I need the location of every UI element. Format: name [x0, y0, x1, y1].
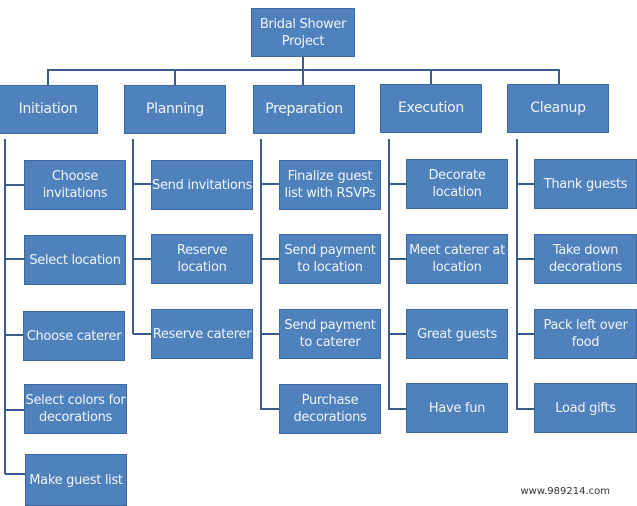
phase-connector-initiation	[47, 70, 49, 85]
task-node: Choose caterer	[23, 311, 125, 361]
task-node: Reserve caterer	[151, 309, 253, 359]
task-node: Have fun	[406, 383, 508, 433]
task-node: Select location	[24, 235, 126, 285]
task-node: Great guests	[406, 309, 508, 359]
branch	[5, 409, 24, 411]
branch	[517, 408, 534, 410]
task-node: Take down decorations	[534, 234, 637, 284]
task-node: Select colors for decorations	[24, 384, 127, 434]
phase-connector-cleanup	[558, 70, 560, 85]
task-node: Reserve location	[151, 234, 253, 284]
task-node: Purchase decorations	[279, 384, 381, 434]
phase-connector-execution	[430, 70, 432, 85]
task-node: Meet caterer at location	[406, 234, 508, 284]
branch	[133, 183, 151, 185]
branch	[389, 258, 406, 260]
trunk-initiation	[4, 139, 6, 474]
task-node: Decorate location	[406, 159, 508, 209]
branch	[133, 333, 151, 335]
task-node: Load gifts	[534, 383, 637, 433]
branch	[261, 408, 279, 410]
branch	[5, 334, 24, 336]
task-node: Choose invitations	[24, 160, 126, 210]
phase-connector-planning	[174, 70, 176, 85]
trunk-planning	[132, 139, 134, 334]
trunk-execution	[388, 139, 390, 410]
branch	[261, 258, 279, 260]
trunk-preparation	[260, 139, 262, 410]
branch	[261, 183, 279, 185]
phase-node-planning: Planning	[124, 85, 226, 134]
branch	[389, 408, 406, 410]
phase-connector-preparation	[302, 70, 304, 85]
phase-node-execution: Execution	[380, 84, 482, 133]
branch	[389, 183, 406, 185]
task-node: Send invitations	[151, 160, 253, 210]
branch	[5, 473, 25, 475]
branch	[261, 333, 279, 335]
task-node: Send payment to caterer	[279, 309, 381, 359]
branch	[517, 183, 534, 185]
phase-node-cleanup: Cleanup	[507, 84, 609, 133]
branch	[5, 184, 24, 186]
trunk-cleanup	[516, 139, 518, 410]
task-node: Thank guests	[534, 159, 637, 209]
root-node: Bridal Shower Project	[251, 8, 355, 57]
task-node: Make guest list	[25, 454, 127, 506]
branch	[133, 258, 151, 260]
branch	[517, 258, 534, 260]
phase-node-preparation: Preparation	[253, 85, 355, 134]
task-node: Send payment to location	[279, 234, 381, 284]
branch	[517, 333, 534, 335]
watermark-text: www.989214.com	[520, 486, 610, 497]
branch	[5, 258, 24, 260]
task-node: Pack left over food	[534, 309, 637, 359]
phase-node-initiation: Initiation	[0, 85, 98, 134]
branch	[389, 333, 406, 335]
task-node: Finalize guest list with RSVPs	[279, 160, 381, 210]
